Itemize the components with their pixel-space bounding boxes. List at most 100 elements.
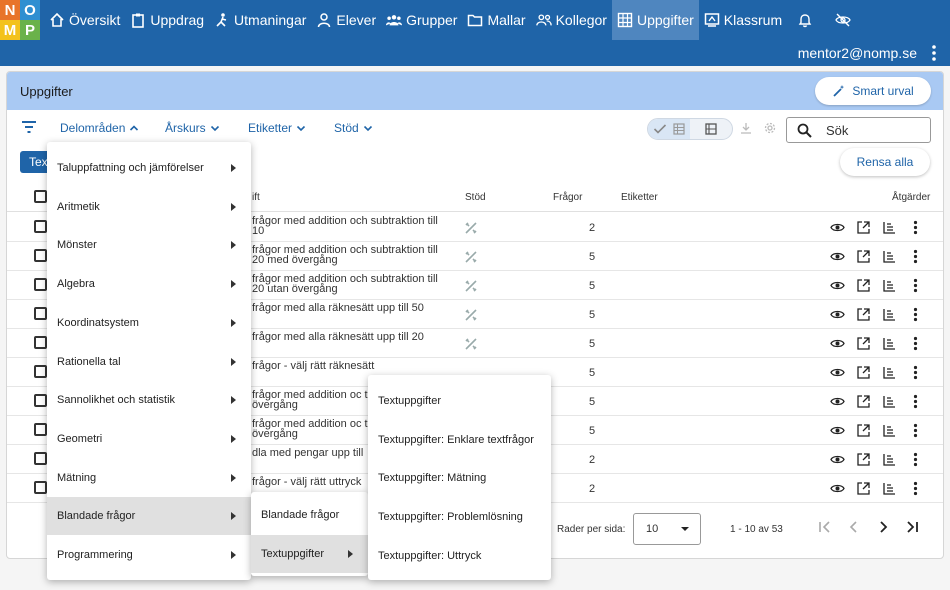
menu-item[interactable]: Algebra: [47, 265, 251, 303]
eye-icon[interactable]: [830, 336, 845, 351]
row-checkbox[interactable]: [34, 394, 47, 407]
open-external-icon[interactable]: [856, 452, 871, 467]
rows-per-page-select[interactable]: 10: [633, 513, 701, 545]
menu-item[interactable]: Taluppfattning och jämförelser: [47, 149, 251, 187]
menu-item[interactable]: Mätning: [47, 459, 251, 497]
row-checkbox[interactable]: [34, 365, 47, 378]
eye-icon[interactable]: [830, 278, 845, 293]
row-checkbox[interactable]: [34, 336, 47, 349]
menu-item[interactable]: Geometri: [47, 420, 251, 458]
nav-item-utmaningar[interactable]: Utmaningar: [209, 0, 311, 40]
statistics-icon[interactable]: [882, 365, 897, 380]
statistics-icon[interactable]: [882, 452, 897, 467]
eye-icon[interactable]: [830, 481, 845, 496]
row-checkbox[interactable]: [34, 452, 47, 465]
filter-etiketter[interactable]: Etiketter: [248, 121, 306, 135]
statistics-icon[interactable]: [882, 307, 897, 322]
more-vert-icon[interactable]: [908, 336, 923, 351]
statistics-icon[interactable]: [882, 336, 897, 351]
row-checkbox[interactable]: [34, 423, 47, 436]
menu-item[interactable]: Aritmetik: [47, 188, 251, 226]
statistics-icon[interactable]: [882, 220, 897, 235]
nav-item-mallar[interactable]: Mallar: [462, 0, 530, 40]
statistics-icon[interactable]: [882, 249, 897, 264]
eye-icon[interactable]: [830, 423, 845, 438]
nav-item-klassrum[interactable]: Klassrum: [699, 0, 787, 40]
row-checkbox[interactable]: [34, 278, 47, 291]
eye-icon[interactable]: [830, 220, 845, 235]
row-checkbox[interactable]: [34, 220, 47, 233]
prev-page-icon[interactable]: [846, 519, 862, 535]
more-vert-icon[interactable]: [908, 249, 923, 264]
menu-item[interactable]: Textuppgifter: Problemlösning: [368, 498, 551, 536]
settings-icon[interactable]: [764, 122, 776, 134]
statistics-icon[interactable]: [882, 481, 897, 496]
more-vert-icon[interactable]: [908, 220, 923, 235]
filter-list-icon[interactable]: [21, 120, 37, 134]
user-email[interactable]: mentor2@nomp.se: [798, 45, 917, 61]
filter-stod[interactable]: Stöd: [334, 121, 373, 135]
row-title[interactable]: frågor med addition och subtraktion till…: [252, 274, 452, 295]
row-checkbox[interactable]: [34, 249, 47, 262]
smart-urval-button[interactable]: Smart urval: [815, 77, 931, 105]
menu-item[interactable]: Textuppgifter: [251, 534, 368, 573]
list-view-button[interactable]: [648, 119, 690, 139]
menu-item[interactable]: Textuppgifter: Mätning: [368, 459, 551, 497]
col-title[interactable]: ift: [252, 192, 260, 203]
hide-button[interactable]: [823, 0, 863, 40]
more-vert-icon[interactable]: [908, 278, 923, 293]
download-icon[interactable]: [740, 122, 752, 134]
menu-item[interactable]: Textuppgifter: Enklare textfrågor: [368, 421, 551, 459]
more-vert-icon[interactable]: [926, 44, 942, 62]
eye-icon[interactable]: [830, 365, 845, 380]
last-page-icon[interactable]: [904, 519, 920, 535]
select-all-checkbox[interactable]: [34, 190, 47, 203]
eye-icon[interactable]: [830, 394, 845, 409]
clear-all-button[interactable]: Rensa alla: [840, 148, 930, 176]
open-external-icon[interactable]: [856, 423, 871, 438]
nav-item-elever[interactable]: Elever: [311, 0, 381, 40]
next-page-icon[interactable]: [875, 519, 891, 535]
eye-icon[interactable]: [830, 307, 845, 322]
menu-item[interactable]: Mönster: [47, 226, 251, 264]
more-vert-icon[interactable]: [908, 452, 923, 467]
nav-item-uppgifter[interactable]: Uppgifter: [611, 0, 699, 40]
statistics-icon[interactable]: [882, 394, 897, 409]
open-external-icon[interactable]: [856, 481, 871, 496]
row-title[interactable]: frågor med addition och subtraktion till…: [252, 216, 452, 237]
open-external-icon[interactable]: [856, 365, 871, 380]
row-title[interactable]: frågor med alla räknesätt upp till 20: [252, 332, 452, 343]
menu-item[interactable]: Programmering: [47, 536, 251, 574]
col-etiketter[interactable]: Etiketter: [621, 192, 658, 203]
eye-icon[interactable]: [830, 249, 845, 264]
row-title[interactable]: frågor med addition och subtraktion till…: [252, 245, 452, 266]
nomp-logo[interactable]: N O M P: [0, 0, 40, 40]
col-stod[interactable]: Stöd: [465, 192, 486, 203]
more-vert-icon[interactable]: [908, 423, 923, 438]
filter-arskurs[interactable]: Årskurs: [165, 121, 220, 135]
nav-item-oversikt[interactable]: Översikt: [44, 0, 125, 40]
statistics-icon[interactable]: [882, 423, 897, 438]
nav-item-uppdrag[interactable]: Uppdrag: [125, 0, 209, 40]
row-title[interactable]: frågor med alla räknesätt upp till 50: [252, 303, 452, 314]
search-input[interactable]: Sök: [786, 117, 931, 143]
row-checkbox[interactable]: [34, 481, 47, 494]
card-view-button[interactable]: [690, 119, 732, 139]
menu-item[interactable]: Sannolikhet och statistik: [47, 381, 251, 419]
row-title[interactable]: frågor - välj rätt räknesätt: [252, 361, 452, 372]
eye-icon[interactable]: [830, 452, 845, 467]
open-external-icon[interactable]: [856, 278, 871, 293]
nav-item-kollegor[interactable]: Kollegor: [531, 0, 612, 40]
menu-item[interactable]: Rationella tal: [47, 343, 251, 381]
more-vert-icon[interactable]: [908, 365, 923, 380]
menu-item[interactable]: Blandade frågor: [251, 496, 368, 534]
notifications-button[interactable]: [787, 0, 823, 40]
open-external-icon[interactable]: [856, 249, 871, 264]
open-external-icon[interactable]: [856, 394, 871, 409]
more-vert-icon[interactable]: [908, 307, 923, 322]
statistics-icon[interactable]: [882, 278, 897, 293]
col-fragor[interactable]: Frågor: [553, 192, 582, 203]
open-external-icon[interactable]: [856, 220, 871, 235]
nav-item-grupper[interactable]: Grupper: [381, 0, 462, 40]
menu-item[interactable]: Textuppgifter: [368, 382, 551, 420]
